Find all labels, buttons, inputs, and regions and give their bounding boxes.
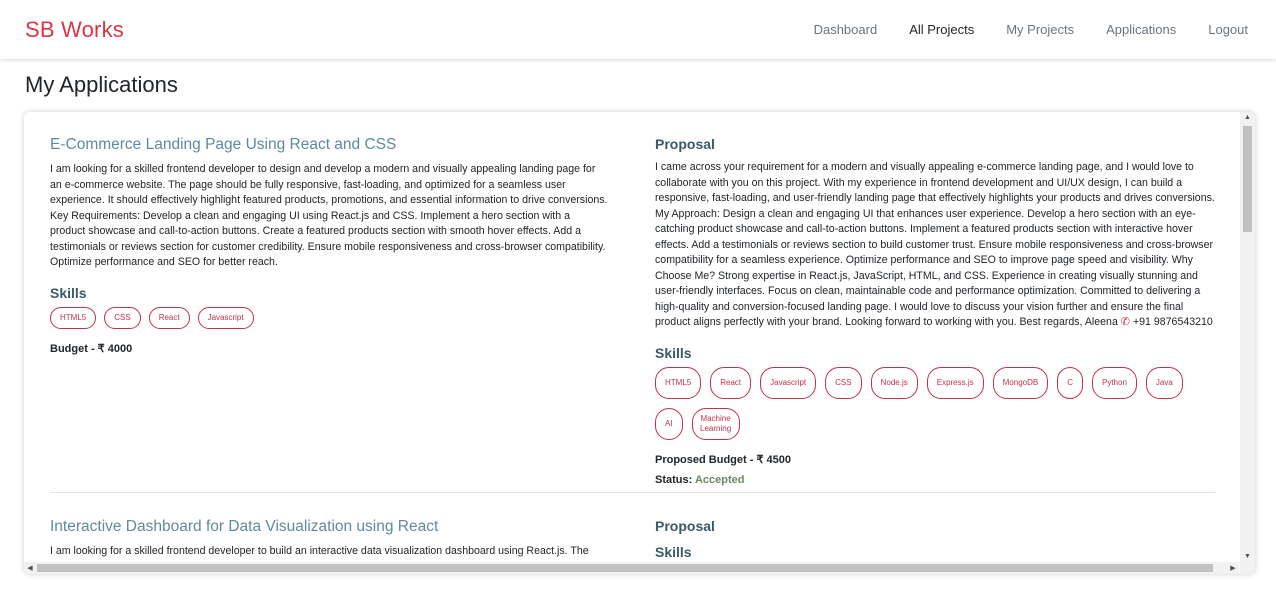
budget: Budget - ₹ 4000 [50,342,608,355]
skill-pill: C [1057,366,1083,399]
proposed-budget-value: ₹ 4500 [756,453,791,466]
skill-pill: HTML5 [50,306,97,329]
scroll-up-icon[interactable]: ▲ [1240,114,1255,121]
freelancer-skills: HTML5 React Javascript CSS Node.js Expre… [655,366,1215,440]
nav-logout[interactable]: Logout [1208,22,1248,37]
skill-pill: CSS [825,366,862,399]
brand-logo[interactable]: SB Works [25,17,124,43]
nav-links: Dashboard All Projects My Projects Appli… [782,0,1248,59]
skill-pill: Node.js [870,366,918,399]
status-label: Status: [655,473,695,486]
horizontal-scroll-thumb[interactable] [37,564,1213,572]
proposed-budget: Proposed Budget - ₹ 4500 [655,453,1215,466]
scroll-right-icon[interactable]: ▶ [1227,564,1239,572]
project-details: Interactive Dashboard for Data Visualiza… [50,518,608,560]
skills-heading: Skills [50,284,87,301]
skill-pill: Python [1092,366,1137,399]
proposal-details: Proposal I came across your requirement … [655,136,1215,486]
navbar: SB Works Dashboard All Projects My Proje… [0,0,1276,59]
page-title: My Applications [25,72,178,97]
proposal-text: I came across your requirement for a mod… [655,160,1215,331]
project-skills: HTML5 CSS React Javascript [50,306,608,329]
proposal-heading: Proposal [655,136,715,152]
card-divider [50,492,1215,493]
proposal-heading: Proposal [655,518,715,534]
freelancer-skills-heading: Skills [655,344,692,361]
freelancer-skills-heading: Skills [655,544,692,560]
budget-label: Budget - [50,342,98,355]
skill-pill: React [148,306,190,329]
status-badge: Accepted [694,473,745,486]
project-details: E-Commerce Landing Page Using React and … [50,136,608,355]
project-title: Interactive Dashboard for Data Visualiza… [50,518,439,535]
vertical-scroll-thumb[interactable] [1243,126,1252,232]
project-title: E-Commerce Landing Page Using React and … [50,136,397,153]
applications-list[interactable]: E-Commerce Landing Page Using React and … [24,112,1239,562]
scroll-left-icon[interactable]: ◀ [24,564,36,572]
scroll-corner [1240,562,1255,574]
skill-pill: Machine Learning [691,407,740,440]
proposal-body: I came across your requirement for a mod… [655,161,1215,328]
horizontal-scrollbar[interactable]: ◀ ▶ [24,562,1239,574]
skill-pill: Javascript [760,366,817,399]
budget-value: ₹ 4000 [97,342,133,355]
skill-pill: HTML5 [655,366,702,399]
skill-pill: Express.js [926,366,984,399]
project-description: I am looking for a skilled frontend deve… [50,545,589,557]
status: Status: Accepted [655,474,1215,486]
proposal-details: Proposal Skills [655,518,1215,562]
skill-pill: Java [1145,366,1183,399]
skill-pill: Javascript [197,306,254,329]
skill-pill: CSS [104,306,141,329]
proposed-budget-label: Proposed Budget - [655,453,757,466]
applications-panel: E-Commerce Landing Page Using React and … [24,112,1255,574]
scroll-down-icon[interactable]: ▼ [1240,553,1255,560]
skill-pill: React [710,366,752,399]
skill-pill: AI [655,407,683,440]
nav-applications[interactable]: Applications [1106,22,1176,37]
vertical-scrollbar[interactable]: ▲ ▼ [1240,112,1255,562]
nav-dashboard[interactable]: Dashboard [814,22,878,37]
project-description: I am looking for a skilled frontend deve… [50,163,608,268]
phone-number: +91 9876543210 [1132,316,1213,328]
phone-icon: ✆ [1120,316,1131,328]
nav-my-projects[interactable]: My Projects [1006,22,1074,37]
nav-all-projects[interactable]: All Projects [909,22,974,37]
skill-pill: MongoDB [992,366,1049,399]
